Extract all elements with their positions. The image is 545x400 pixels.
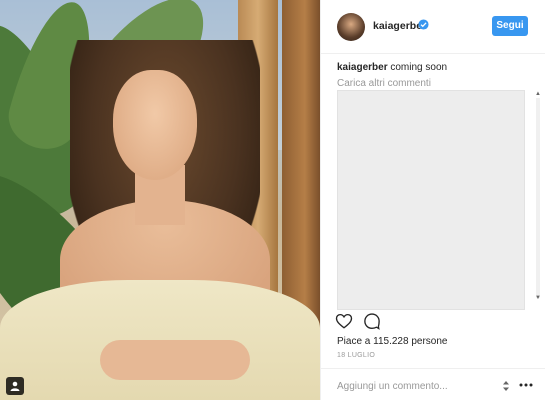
comment-input[interactable] (337, 378, 487, 394)
caption-username[interactable]: kaiagerber (337, 62, 388, 73)
scroll-track[interactable] (536, 98, 540, 298)
comment-bar (321, 368, 545, 400)
avatar[interactable] (337, 13, 365, 41)
instagram-post-modal: kaiagerber Segui kaiagerber coming soon … (0, 0, 545, 400)
more-options-icon[interactable] (519, 382, 533, 388)
scroll-up-icon[interactable]: ▲ (534, 90, 542, 98)
comments-area (337, 90, 525, 310)
post-date[interactable]: 18 LUGLIO (337, 352, 375, 359)
post-photo[interactable] (0, 0, 320, 400)
likes-count[interactable]: Piace a 115.228 persone (337, 336, 447, 347)
user-tag-icon[interactable] (6, 377, 24, 395)
photo-face (113, 70, 197, 180)
post-caption: kaiagerber coming soon (337, 62, 447, 73)
heart-icon[interactable] (335, 312, 353, 330)
post-header: kaiagerber Segui (321, 0, 545, 54)
sort-icon[interactable] (501, 380, 511, 392)
comment-icon[interactable] (363, 312, 381, 330)
scroll-down-icon[interactable]: ▼ (534, 294, 542, 302)
follow-button[interactable]: Segui (492, 16, 528, 36)
post-sidebar: kaiagerber Segui kaiagerber coming soon … (320, 0, 545, 400)
post-actions (335, 312, 415, 332)
verified-badge-icon (418, 19, 429, 30)
comments-scrollbar[interactable]: ▲ ▼ (534, 90, 542, 310)
load-more-comments-link[interactable]: Carica altri commenti (337, 78, 431, 89)
caption-text: coming soon (390, 62, 448, 73)
photo-arms (100, 340, 250, 380)
